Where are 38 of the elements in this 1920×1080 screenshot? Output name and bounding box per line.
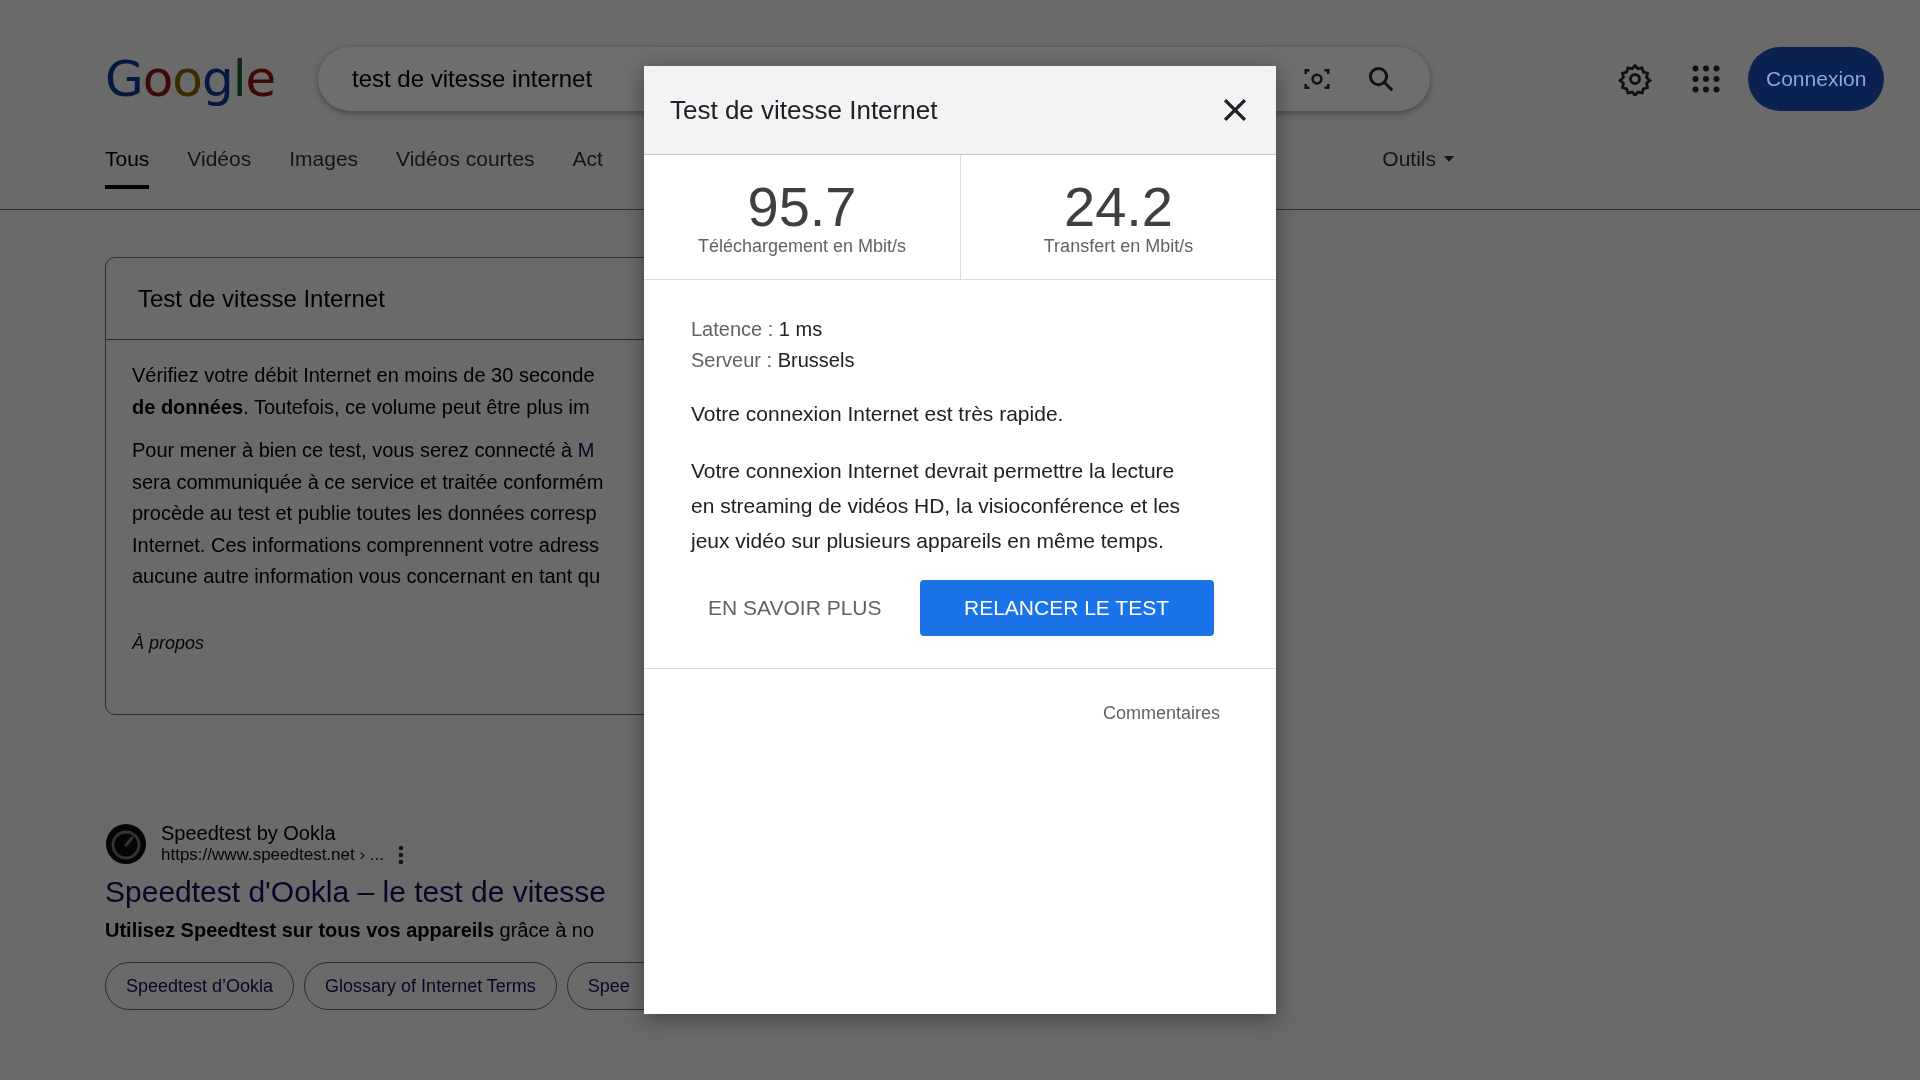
text-line: Vérifiez votre débit Internet en moins de 30 seconde: [132, 363, 595, 388]
speed-label: Téléchargement en Mbit/s: [697, 235, 907, 257]
rerun-button[interactable]: RELANCER LE TEST: [919, 580, 1214, 636]
text-line: sera communiquée à ce service et traitée conformém: [132, 469, 604, 495]
search-tab[interactable]: Act: [572, 146, 603, 189]
search-icon[interactable]: [1366, 64, 1396, 94]
tools-menu[interactable]: Outils: [1376, 146, 1460, 189]
apps-grid-icon[interactable]: [1692, 65, 1720, 93]
result-message: Votre connexion Internet est très rapide.: [691, 401, 1065, 427]
site-url: https://www.speedtest.net › ...: [161, 845, 384, 865]
result-title-link[interactable]: Speedtest d'Ookla – le test de vitesse: [105, 875, 607, 909]
text-line: Internet. Ces informations comprennent votre adress: [132, 532, 599, 558]
result-message: Votre connexion Internet devrait permettre la lecture en streaming de vidéos HD, la visioconférence et les jeux vidéo sur plusieurs appareils en même temps.: [691, 458, 1182, 554]
about-link[interactable]: À propos: [106, 592, 205, 654]
site-name: Speedtest by Ookla: [161, 822, 336, 845]
caret-icon: [1444, 156, 1454, 162]
search-tab[interactable]: Images: [289, 146, 359, 189]
search-tab[interactable]: Vidéos courtes: [396, 146, 535, 189]
speed-label: Transfert en Mbit/s: [1043, 235, 1194, 257]
sign-in-button[interactable]: Connexion: [1748, 47, 1885, 111]
detail-line: Serveur : Brussels: [691, 348, 856, 373]
search-tab[interactable]: Tous: [105, 146, 150, 189]
speed-value: 24.2: [1064, 177, 1173, 236]
feedback-link[interactable]: Commentaires: [1102, 703, 1220, 724]
text-line: procède au test et publie toutes les données corresp: [132, 501, 597, 526]
text-line: de données. Toutefois, ce volume peut être plus im: [132, 394, 590, 420]
settings-icon[interactable]: [1618, 62, 1652, 96]
text-link[interactable]: M: [577, 439, 595, 461]
more-options-icon[interactable]: [398, 845, 404, 865]
google-logo[interactable]: Google: [105, 50, 318, 108]
dialog-title: Test de vitesse Internet: [670, 94, 939, 126]
gauge-icon: [105, 822, 147, 865]
text-line: aucune autre information vous concernant en tant qu: [132, 564, 601, 589]
text-line: Pour mener à bien ce test, vous serez connecté à M: [132, 438, 595, 463]
search-tab[interactable]: Vidéos: [187, 146, 252, 189]
learn-more-button[interactable]: EN SAVOIR PLUS: [692, 580, 898, 636]
result-snippet: Utilisez Speedtest sur tous vos appareils grâce à no: [105, 919, 595, 942]
speed-value: 95.7: [747, 177, 857, 236]
